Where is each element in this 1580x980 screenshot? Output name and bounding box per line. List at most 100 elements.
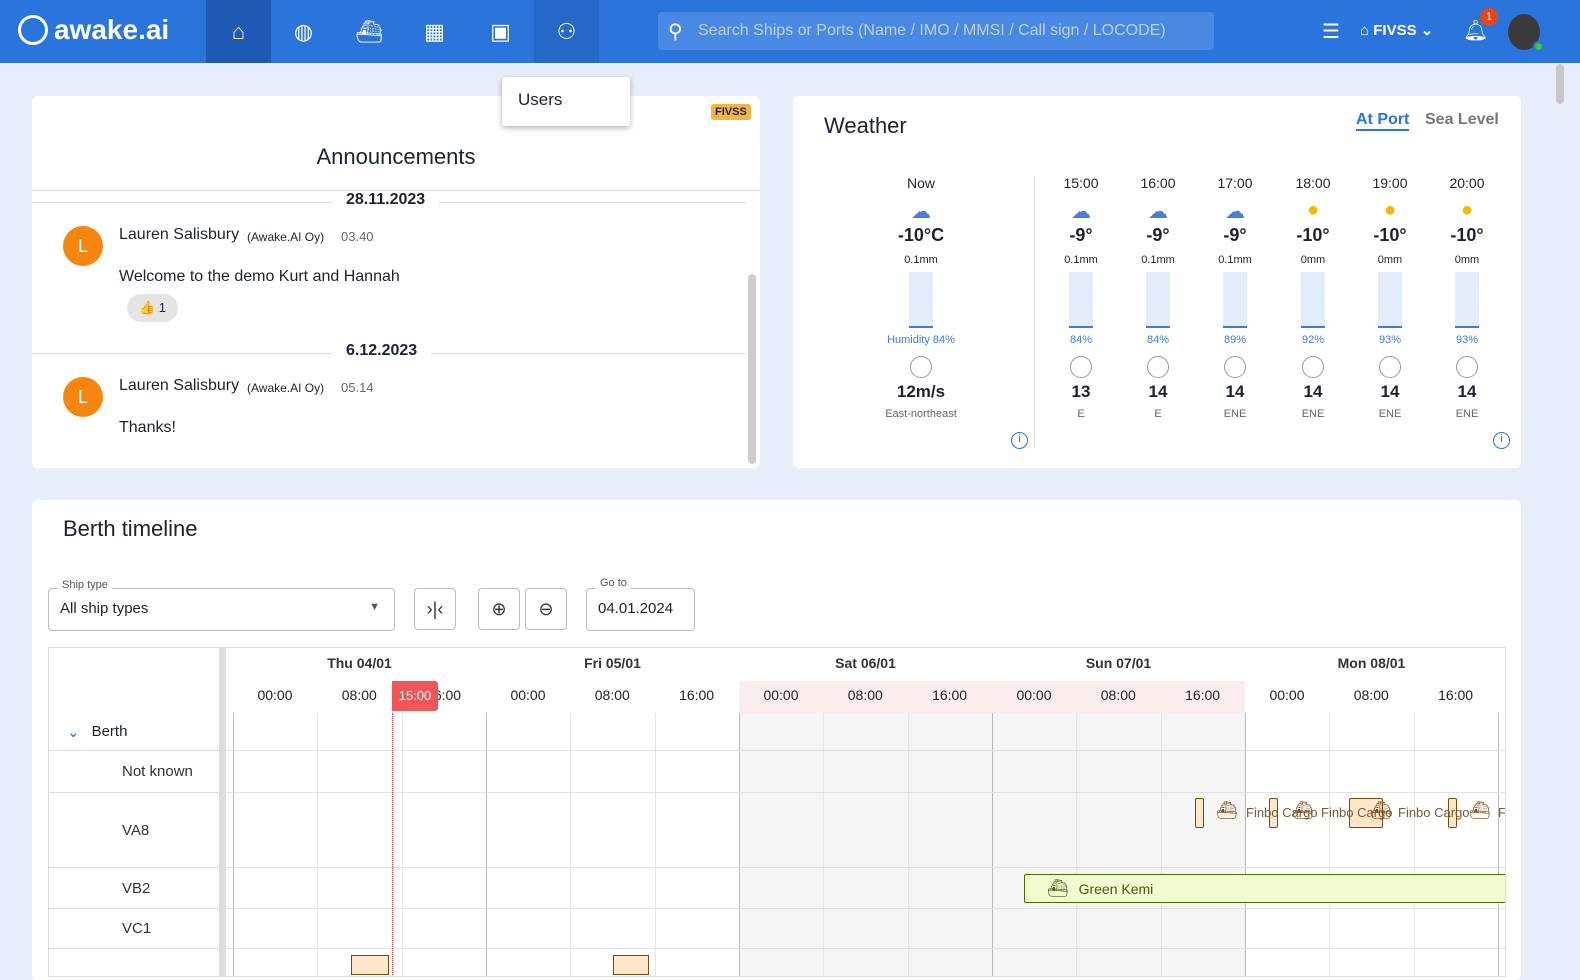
- humidity-bar: [1301, 272, 1325, 328]
- day-line: [992, 713, 993, 976]
- nav-apps[interactable]: ▣: [468, 0, 533, 63]
- zoom-out-button[interactable]: ⊖: [525, 588, 567, 630]
- logo[interactable]: awake.ai: [18, 14, 169, 46]
- temperature: -10°: [1450, 225, 1484, 245]
- date-separator: 6.12.2023: [332, 342, 432, 360]
- info-icon[interactable]: i: [1011, 432, 1028, 449]
- wind-direction: ENE: [1455, 408, 1479, 420]
- users-menu-item[interactable]: Users: [502, 77, 630, 126]
- temperature: -10°C: [897, 225, 945, 245]
- nav-users[interactable]: ⚇: [534, 0, 599, 63]
- wind-speed: 12m/s: [896, 382, 946, 401]
- wind-direction: ENE: [1378, 408, 1402, 420]
- wind-direction-icon: [1224, 356, 1246, 378]
- nav-home[interactable]: ⌂: [206, 0, 271, 63]
- info-icon[interactable]: i: [1493, 432, 1510, 449]
- forecast-column: 18:00 ● -10° 0mm 92% 14 ENE: [1278, 175, 1348, 420]
- hour-label: 16:00: [932, 687, 968, 703]
- hour-line: [1076, 713, 1078, 976]
- sun-icon: ●: [1460, 199, 1474, 221]
- now-line: [392, 713, 393, 976]
- wind-speed: 14: [1148, 382, 1168, 401]
- go-to-date-input[interactable]: 04.01.2024: [586, 588, 695, 631]
- go-to-label: Go to: [596, 577, 631, 589]
- humidity-bar: [1146, 272, 1170, 328]
- notification-badge: 1: [1480, 8, 1498, 26]
- wind-direction: ENE: [1223, 408, 1247, 420]
- forecast-time: 16:00: [1140, 175, 1176, 191]
- hour-line: [907, 713, 909, 976]
- humidity-fill: [1301, 326, 1325, 328]
- precipitation: 0.1mm: [1064, 254, 1098, 266]
- ship-icon: ⛴: [1216, 801, 1238, 820]
- hour-label: 00:00: [1016, 687, 1052, 703]
- wind-direction-icon: [910, 356, 932, 378]
- post-time: 03.40: [341, 229, 374, 244]
- precipitation: 0mm: [1300, 254, 1326, 266]
- vessel-name: Finbo Cargo: [1498, 805, 1506, 820]
- precipitation: 0.1mm: [904, 254, 938, 266]
- humidity-bar: [1223, 272, 1247, 328]
- weather-title: Weather: [824, 113, 907, 138]
- vessel-visit[interactable]: [1195, 798, 1204, 828]
- berth-title: Berth timeline: [63, 516, 198, 541]
- wind-speed: 14: [1225, 382, 1245, 401]
- hour-line: [654, 713, 656, 976]
- humidity: 84%: [1146, 334, 1170, 346]
- vessel-name: Finbo Cargo: [1246, 805, 1318, 820]
- tab-sea-level[interactable]: Sea Level: [1425, 111, 1499, 129]
- nav-calendar[interactable]: ▦: [402, 0, 467, 63]
- ship-type-label: Ship type: [58, 579, 112, 591]
- berth-row-label: Not known: [49, 751, 219, 793]
- search-icon: ⚲: [668, 20, 683, 43]
- vessel-visit-green-kemi[interactable]: ⛴ Green Kemi: [1024, 874, 1505, 903]
- reaction-button[interactable]: 👍 1: [127, 294, 179, 322]
- vessel-visit[interactable]: [351, 955, 389, 975]
- day-label: Thu 04/01: [327, 655, 392, 671]
- temperature: -9°: [1069, 225, 1093, 245]
- vessel-visit[interactable]: [613, 955, 649, 975]
- fit-button[interactable]: ›|‹: [414, 588, 456, 630]
- hour-label: 00:00: [257, 687, 293, 703]
- nav-globe[interactable]: ◍: [271, 0, 336, 63]
- dropdown-arrow-icon: ▼: [369, 601, 380, 613]
- tab-at-port[interactable]: At Port: [1356, 111, 1410, 131]
- hour-label: 08:00: [1353, 687, 1389, 703]
- search-input[interactable]: ⚲ Search Ships or Ports (Name / IMO / MMS…: [658, 12, 1214, 50]
- wind-direction: East-northeast: [885, 408, 957, 420]
- announcements-scrollbar[interactable]: [748, 274, 756, 464]
- page-scrollbar[interactable]: [1556, 64, 1564, 104]
- wind-speed: 14: [1303, 382, 1323, 401]
- zoom-in-button[interactable]: ⊕: [478, 588, 520, 630]
- row-divider: [226, 948, 1505, 949]
- forecast-column: 16:00 ☁︎ -9° 0.1mm 84% 14 E: [1123, 175, 1193, 420]
- humidity: 92%: [1301, 334, 1325, 346]
- nav-port[interactable]: ⛴: [337, 0, 402, 63]
- wind-direction-icon: [1379, 356, 1401, 378]
- temperature: -9°: [1146, 225, 1170, 245]
- row-divider: [226, 750, 1505, 751]
- humidity-fill: [1069, 326, 1093, 328]
- hour-label: 08:00: [1100, 687, 1136, 703]
- wind-speed: 13: [1071, 382, 1091, 401]
- author-name: Lauren Salisbury: [119, 226, 240, 243]
- day-line: [1245, 713, 1246, 976]
- humidity-bar: [909, 272, 933, 328]
- precipitation: 0mm: [1454, 254, 1480, 266]
- ship-icon: ⛴: [1469, 801, 1491, 820]
- ship-type-select[interactable]: All ship types ▼: [48, 588, 395, 631]
- online-status: [1533, 41, 1544, 52]
- forecast-time: 20:00: [1449, 175, 1485, 191]
- berth-group-toggle[interactable]: ⌄ Berth: [49, 713, 219, 751]
- column-resizer[interactable]: [219, 648, 226, 976]
- humidity-bar: [1378, 272, 1402, 328]
- hour-label: 00:00: [510, 687, 546, 703]
- timeline-grid: Thu 04/01 00:00 08:00 16:00 Fri 05/01 00:00 08…: [48, 647, 1506, 977]
- messages-icon[interactable]: ☰: [1322, 19, 1340, 44]
- row-divider: [226, 908, 1505, 909]
- forecast-column: 19:00 ● -10° 0mm 93% 14 ENE: [1355, 175, 1425, 420]
- humidity-fill: [1146, 326, 1170, 328]
- wind-direction-icon: [1302, 356, 1324, 378]
- port-selector[interactable]: ⌂ FIVSS ⌄: [1360, 21, 1433, 39]
- hour-label: 08:00: [594, 687, 630, 703]
